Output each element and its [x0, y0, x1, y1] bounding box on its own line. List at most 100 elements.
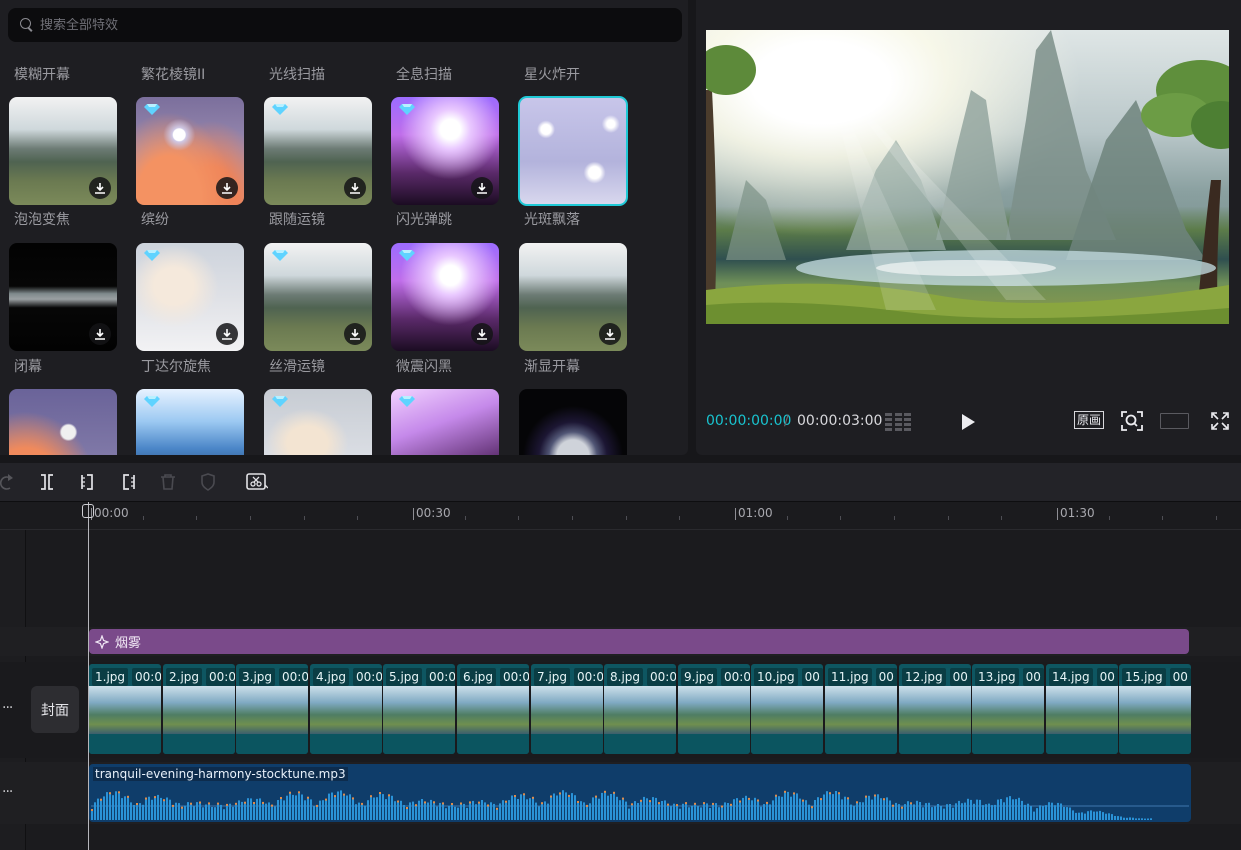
ruler-tick — [357, 516, 358, 520]
effect-card[interactable] — [519, 243, 627, 351]
clip-footer — [383, 734, 455, 754]
effect-card[interactable] — [9, 389, 117, 455]
download-button[interactable] — [344, 323, 366, 345]
video-clip[interactable]: 5.jpg 00:0 — [383, 664, 455, 754]
video-clip[interactable]: 12.jpg 00 — [899, 664, 971, 754]
video-clip[interactable]: 13.jpg 00 — [972, 664, 1044, 754]
ruler-tick — [735, 508, 736, 520]
time-ruler[interactable]: 00:00 00:30 01:00 01:30 — [0, 502, 1241, 530]
shield-icon[interactable] — [198, 472, 218, 492]
video-clip[interactable]: 10.jpg 00 — [751, 664, 823, 754]
video-clip[interactable]: 6.jpg 00:0 — [457, 664, 529, 754]
ruler-label-3: 01:30 — [1060, 506, 1095, 520]
clip-thumbnail-strip — [678, 686, 750, 734]
video-clip[interactable]: 11.jpg 00 — [825, 664, 897, 754]
video-editor: 模糊开幕 繁花棱镜II 光线扫描 全息扫描 星火炸开泡泡变焦 缤纷 跟随运镜 闪光弹跳 光斑飘落… — [0, 0, 1241, 850]
effect-card[interactable] — [391, 389, 499, 455]
video-clip[interactable]: 8.jpg 00:0 — [604, 664, 676, 754]
effect-card[interactable] — [264, 389, 372, 455]
audio-clip[interactable]: tranquil-evening-harmony-stocktune.mp3 — [89, 764, 1191, 822]
download-button[interactable] — [471, 323, 493, 345]
clip-file-name: 13.jpg — [975, 668, 1019, 686]
ruler-tick — [894, 516, 895, 520]
download-icon — [350, 183, 360, 194]
effect-card[interactable] — [9, 243, 117, 351]
video-clip[interactable]: 4.jpg 00:0 — [310, 664, 382, 754]
clip-footer — [604, 734, 676, 754]
premium-diamond-icon — [399, 104, 415, 115]
download-button[interactable] — [216, 323, 238, 345]
download-button[interactable] — [216, 177, 238, 199]
ruler-tick — [196, 516, 197, 520]
effect-card[interactable] — [264, 97, 372, 205]
total-time: 00:00:03:00 — [797, 413, 883, 429]
effect-name-label: 闪光弹跳 — [396, 212, 452, 228]
download-button[interactable] — [471, 177, 493, 199]
effect-card[interactable] — [136, 389, 244, 455]
clip-file-name: 9.jpg — [681, 668, 718, 686]
video-clip[interactable]: 15.jpg 00 — [1119, 664, 1191, 754]
time-separator: / — [784, 413, 789, 429]
clip-thumbnail-strip — [751, 686, 823, 734]
download-button[interactable] — [344, 177, 366, 199]
ruler-tick — [304, 516, 305, 520]
effect-category-label: 全息扫描 — [396, 67, 452, 83]
effects-search[interactable] — [8, 8, 682, 42]
video-clip[interactable]: 3.jpg 00:0 — [236, 664, 308, 754]
playhead[interactable] — [88, 502, 89, 850]
trim-left-icon[interactable] — [78, 472, 98, 492]
download-icon — [350, 329, 360, 340]
video-clip[interactable]: 14.jpg 00 — [1046, 664, 1118, 754]
video-clip[interactable]: 1.jpg 00:0 — [89, 664, 161, 754]
play-icon[interactable] — [960, 413, 976, 431]
effect-card[interactable] — [136, 97, 244, 205]
premium-diamond-icon — [144, 396, 160, 407]
video-clip[interactable]: 7.jpg 00:0 — [531, 664, 603, 754]
effect-sparkle-icon — [95, 634, 109, 649]
effect-name-label: 丝滑运镜 — [269, 359, 325, 375]
premium-diamond-icon — [399, 250, 415, 261]
current-time: 00:00:00:00 — [706, 413, 792, 429]
smart-cut-icon[interactable] — [246, 472, 268, 492]
effect-card[interactable] — [518, 96, 628, 206]
effect-card[interactable] — [9, 97, 117, 205]
video-clip[interactable]: 9.jpg 00:0 — [678, 664, 750, 754]
split-icon[interactable] — [37, 472, 57, 492]
landscape-image — [706, 30, 1229, 324]
preview-panel: 00:00:00:00 / 00:00:03:00 原画 — [696, 0, 1241, 455]
download-button[interactable] — [89, 323, 111, 345]
ratio-original-button[interactable]: 原画 — [1074, 411, 1105, 429]
effect-card[interactable] — [391, 97, 499, 205]
fullscreen-icon[interactable] — [1210, 411, 1230, 431]
premium-diamond-icon — [272, 104, 288, 115]
clip-label: 10.jpg 00 — [754, 668, 823, 686]
effect-name-label: 跟随运镜 — [269, 212, 325, 228]
effect-card[interactable] — [391, 243, 499, 351]
audio-track-more-button[interactable]: ··· — [2, 784, 13, 800]
download-button[interactable] — [89, 177, 111, 199]
video-track-more-button[interactable]: ··· — [2, 700, 13, 716]
clip-label: 11.jpg 00 — [828, 668, 897, 686]
redo-icon[interactable] — [0, 472, 16, 492]
clip-thumbnail-strip — [457, 686, 529, 734]
video-clip[interactable]: 2.jpg 00:0 — [163, 664, 235, 754]
search-input[interactable] — [40, 17, 640, 33]
clip-footer — [89, 734, 161, 754]
effect-card[interactable] — [136, 243, 244, 351]
download-icon — [477, 329, 487, 340]
zoom-fit-icon[interactable] — [1120, 410, 1144, 432]
delete-icon[interactable] — [158, 472, 178, 492]
cover-button[interactable]: 封面 — [31, 686, 79, 733]
effect-card[interactable] — [519, 389, 627, 455]
clip-label: 2.jpg 00:0 — [166, 668, 235, 686]
effect-card[interactable] — [264, 243, 372, 351]
trim-right-icon[interactable] — [118, 472, 138, 492]
clip-label: 13.jpg 00 — [975, 668, 1044, 686]
ruler-label-1: 00:30 — [416, 506, 451, 520]
effect-clip[interactable]: 烟雾 — [89, 629, 1189, 654]
aspect-ratio-button[interactable] — [1160, 413, 1189, 429]
playhead-handle[interactable] — [82, 504, 94, 518]
download-button[interactable] — [599, 323, 621, 345]
clip-footer — [825, 734, 897, 754]
timecode-list-icon[interactable] — [884, 412, 912, 432]
